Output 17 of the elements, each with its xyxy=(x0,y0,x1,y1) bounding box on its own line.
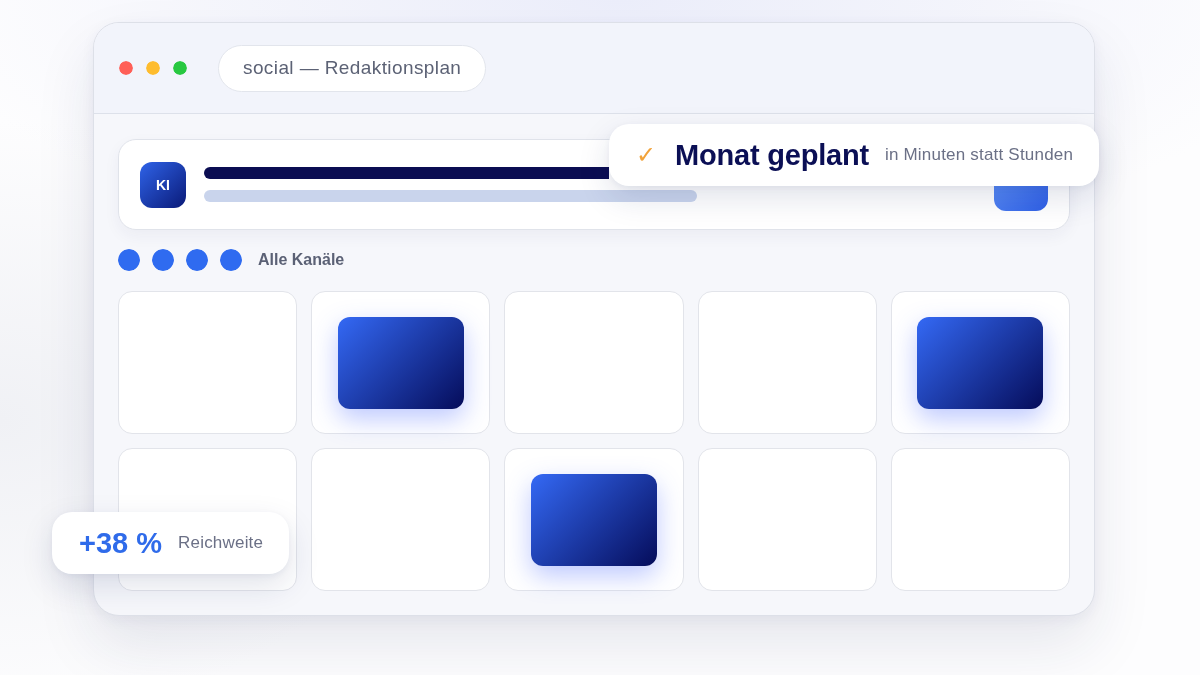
channel-dot-icon[interactable] xyxy=(152,249,174,271)
check-icon: ✓ xyxy=(636,143,656,167)
post-card[interactable] xyxy=(531,473,657,566)
channel-dot-icon[interactable] xyxy=(118,249,140,271)
action-button[interactable] xyxy=(994,186,1048,211)
stat-value: +38 % xyxy=(79,526,163,560)
window-control-icon[interactable] xyxy=(119,61,133,75)
avatar-tile: KI xyxy=(140,161,186,208)
post-card[interactable] xyxy=(337,316,464,409)
channel-dot-icon[interactable] xyxy=(186,249,208,271)
channel-dot-icon[interactable] xyxy=(220,249,242,271)
toast-caption: in Minuten statt Stunden xyxy=(884,145,1074,165)
post-card[interactable] xyxy=(917,316,1044,409)
stat-caption: Reichweite xyxy=(178,533,264,553)
channel-filter-label: Alle Kanäle xyxy=(258,251,345,269)
toast-title: Monat geplant xyxy=(675,138,869,172)
window-title: social — Redaktionsplan xyxy=(218,44,487,92)
